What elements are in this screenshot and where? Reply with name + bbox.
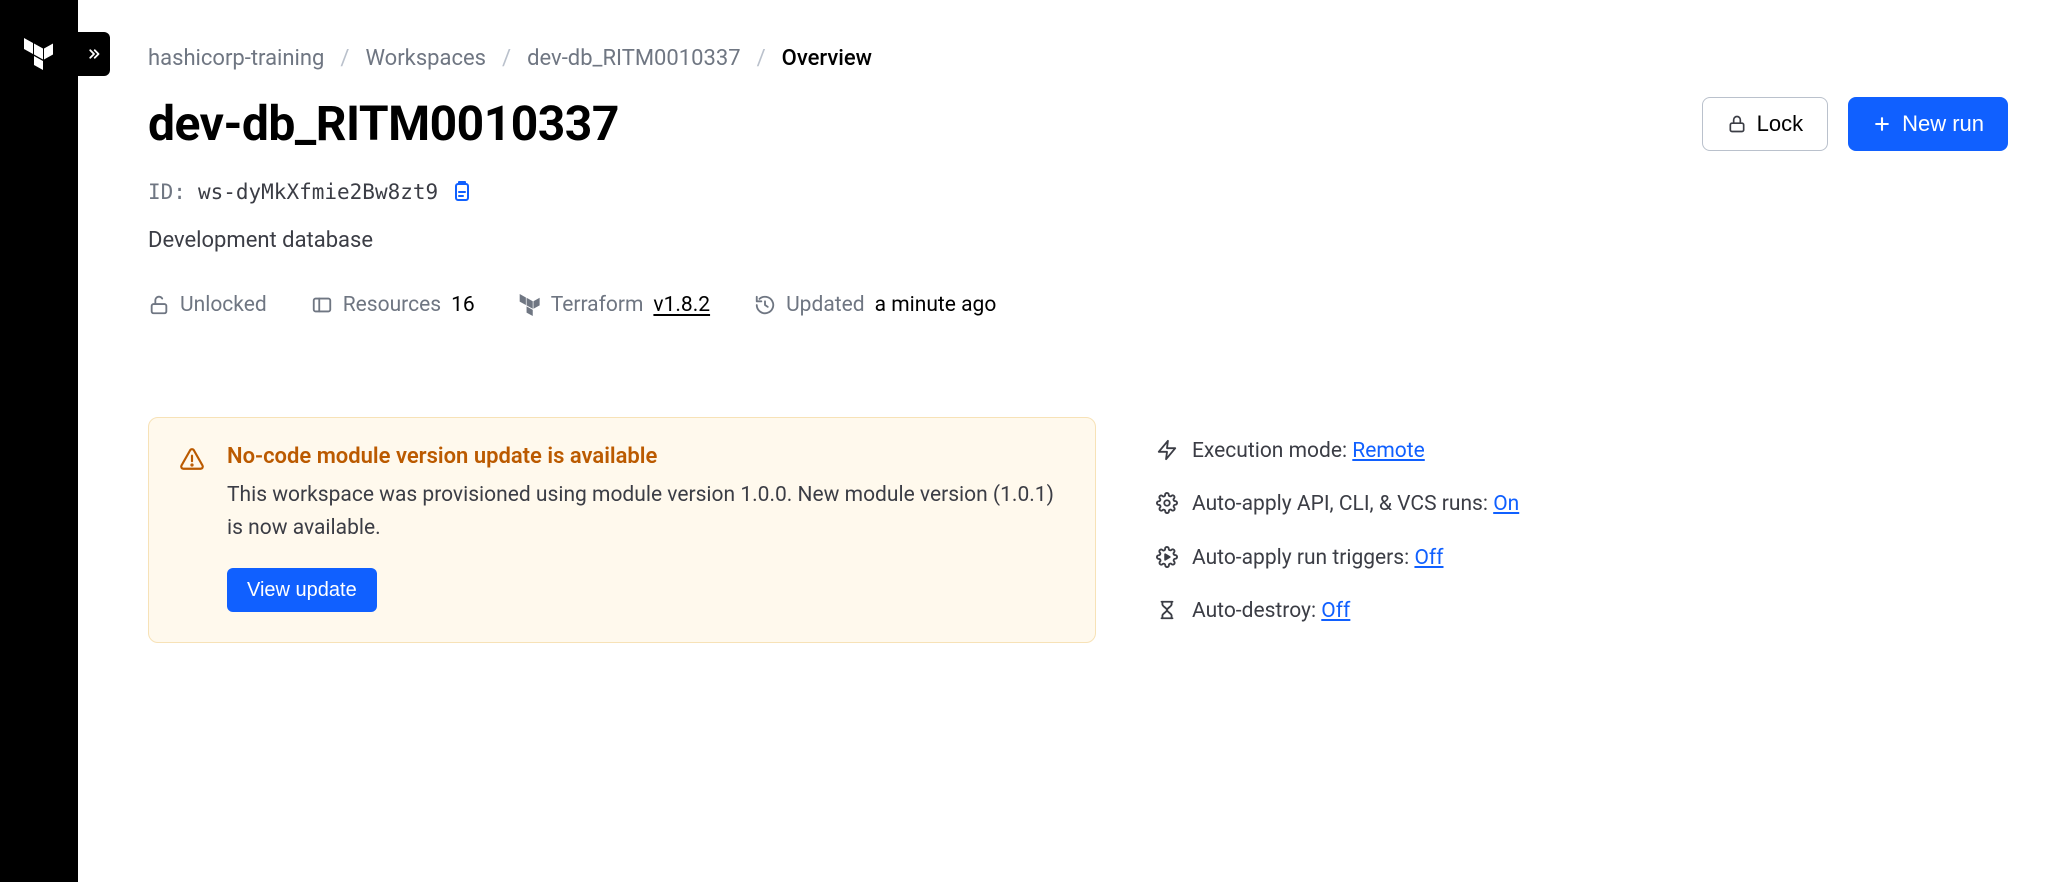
unlock-icon bbox=[148, 294, 170, 316]
lock-button[interactable]: Lock bbox=[1702, 97, 1828, 151]
lock-button-label: Lock bbox=[1757, 111, 1803, 137]
breadcrumb-separator: / bbox=[757, 46, 766, 71]
alert-title: No-code module version update is availab… bbox=[227, 444, 1065, 469]
sidebar bbox=[0, 0, 78, 882]
auto-apply-api-label: Auto-apply API, CLI, & VCS runs: bbox=[1192, 492, 1488, 516]
zap-icon bbox=[1156, 439, 1178, 466]
auto-apply-triggers-value[interactable]: Off bbox=[1414, 546, 1443, 570]
id-value: ws-dyMkXfmie2Bw8zt9 bbox=[198, 180, 438, 204]
chevrons-right-icon bbox=[85, 45, 103, 63]
hourglass-icon bbox=[1156, 599, 1178, 626]
auto-apply-triggers-label: Auto-apply run triggers: bbox=[1192, 546, 1409, 570]
breadcrumb-org[interactable]: hashicorp-training bbox=[148, 46, 324, 71]
lock-status: Unlocked bbox=[148, 293, 267, 317]
terraform-logo-icon[interactable] bbox=[24, 38, 54, 70]
main-content: hashicorp-training / Workspaces / dev-db… bbox=[78, 0, 2048, 882]
sidebar-expand-button[interactable] bbox=[78, 32, 110, 76]
setting-execution-mode: Execution mode: Remote bbox=[1156, 437, 1526, 466]
breadcrumb: hashicorp-training / Workspaces / dev-db… bbox=[148, 46, 2008, 71]
terraform-version-link[interactable]: v1.8.2 bbox=[653, 293, 710, 317]
warning-icon bbox=[179, 446, 205, 612]
resources-count: 16 bbox=[451, 293, 475, 317]
workspace-id-row: ID: ws-dyMkXfmie2Bw8zt9 bbox=[148, 180, 2008, 204]
auto-destroy-value[interactable]: Off bbox=[1321, 599, 1350, 623]
setting-auto-apply-triggers: Auto-apply run triggers: Off bbox=[1156, 544, 1526, 573]
clipboard-copy-icon bbox=[450, 180, 474, 204]
auto-apply-api-value[interactable]: On bbox=[1493, 492, 1519, 516]
breadcrumb-current: Overview bbox=[782, 46, 872, 71]
resources-icon bbox=[311, 294, 333, 316]
history-icon bbox=[754, 294, 776, 316]
new-run-button-label: New run bbox=[1902, 111, 1984, 137]
auto-destroy-label: Auto-destroy: bbox=[1192, 599, 1316, 623]
execution-mode-value[interactable]: Remote bbox=[1352, 439, 1424, 463]
id-label: ID: bbox=[148, 180, 186, 204]
workspace-description: Development database bbox=[148, 228, 2008, 253]
breadcrumb-workspaces[interactable]: Workspaces bbox=[365, 46, 486, 71]
copy-id-button[interactable] bbox=[450, 180, 474, 204]
meta-row: Unlocked Resources 16 Terraform v1.8.2 bbox=[148, 293, 2008, 317]
lock-status-label: Unlocked bbox=[180, 293, 267, 317]
execution-mode-label: Execution mode: bbox=[1192, 439, 1347, 463]
gear-icon bbox=[1156, 492, 1178, 519]
breadcrumb-workspace[interactable]: dev-db_RITM0010337 bbox=[527, 46, 740, 71]
settings-panel: Execution mode: Remote Auto-apply API, C… bbox=[1156, 417, 1526, 643]
module-update-alert: No-code module version update is availab… bbox=[148, 417, 1096, 643]
setting-auto-apply-api: Auto-apply API, CLI, & VCS runs: On bbox=[1156, 490, 1526, 519]
gear-play-icon bbox=[1156, 546, 1178, 573]
lock-icon bbox=[1727, 114, 1747, 134]
updated-value: a minute ago bbox=[875, 293, 997, 317]
alert-body-text: This workspace was provisioned using mod… bbox=[227, 479, 1065, 544]
resources-meta: Resources 16 bbox=[311, 293, 475, 317]
new-run-button[interactable]: New run bbox=[1848, 97, 2008, 151]
breadcrumb-separator: / bbox=[340, 46, 349, 71]
updated-label: Updated bbox=[786, 293, 865, 317]
breadcrumb-separator: / bbox=[502, 46, 511, 71]
terraform-icon bbox=[519, 294, 541, 316]
view-update-button[interactable]: View update bbox=[227, 568, 377, 612]
resources-label: Resources bbox=[343, 293, 441, 317]
updated-meta: Updated a minute ago bbox=[754, 293, 996, 317]
terraform-label: Terraform bbox=[551, 293, 644, 317]
setting-auto-destroy: Auto-destroy: Off bbox=[1156, 597, 1526, 626]
page-title: dev-db_RITM0010337 bbox=[148, 95, 619, 152]
plus-icon bbox=[1872, 114, 1892, 134]
terraform-version-meta: Terraform v1.8.2 bbox=[519, 293, 710, 317]
